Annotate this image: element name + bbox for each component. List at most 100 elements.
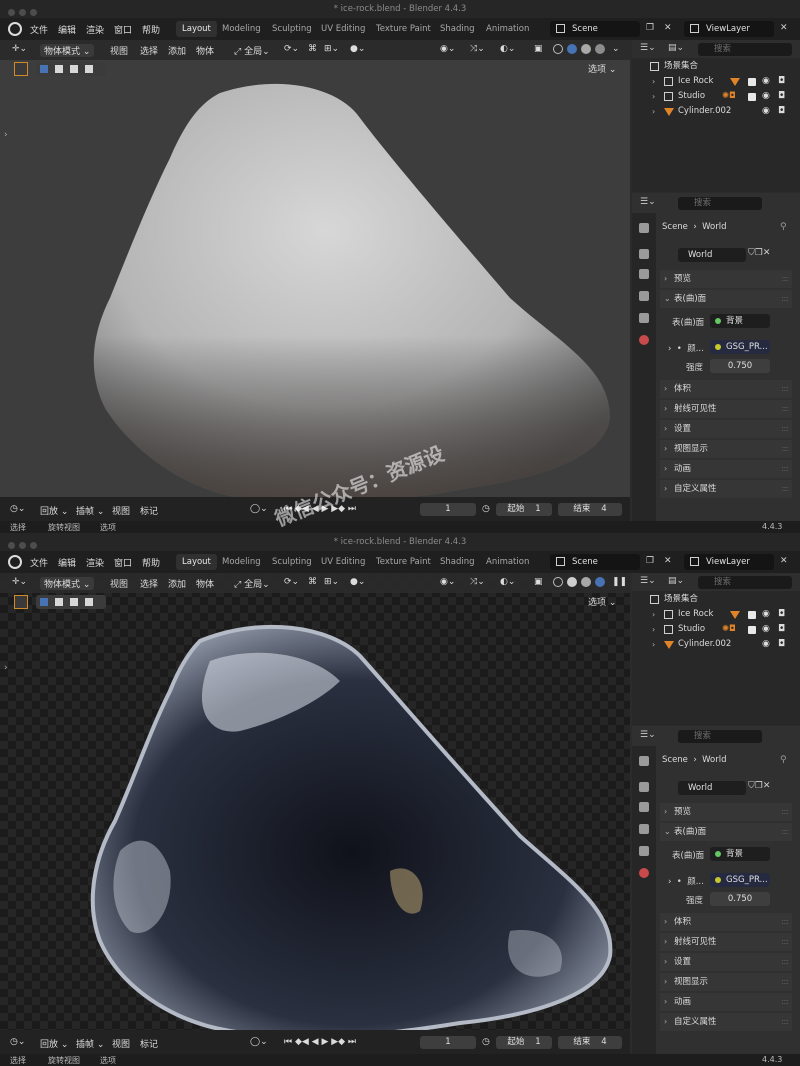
outliner-item-cylinder[interactable]: › Cylinder.002 ◉ ◘	[632, 637, 800, 652]
xray-icon[interactable]: ▣	[534, 44, 543, 54]
auto-keying-icon[interactable]: ◯⌄	[250, 1037, 268, 1047]
new-scene-icon[interactable]: ❐	[646, 556, 654, 566]
eye-icon[interactable]: ◉	[762, 89, 770, 104]
scene-tab-icon[interactable]	[639, 313, 649, 323]
gizmo-icon[interactable]: ⤨⌄	[470, 577, 485, 587]
panel-surface[interactable]: ⌄ 表(曲)面::::	[660, 290, 792, 308]
menu-edit[interactable]: 编辑	[58, 23, 76, 36]
world-tab-icon[interactable]	[639, 335, 649, 345]
expand-icon[interactable]: ›	[652, 104, 655, 119]
panel-ray-visibility[interactable]: › 射线可见性::::	[660, 933, 792, 951]
editor-type-icon[interactable]: ✛⌄	[12, 44, 27, 54]
menu-view[interactable]: 视图	[110, 44, 128, 57]
blender-logo-icon[interactable]	[8, 22, 22, 36]
tab-animation[interactable]: Animation	[480, 21, 535, 37]
color-texture-field[interactable]: GSG_PR...	[710, 340, 770, 354]
visibility-icon[interactable]: ◉⌄	[440, 44, 455, 54]
snap-icon[interactable]: ⌘	[308, 44, 317, 54]
material-shading-icon[interactable]	[581, 577, 591, 587]
options-dropdown[interactable]: 选项 ⌄	[588, 595, 616, 608]
panel-settings[interactable]: › 设置::::	[660, 420, 792, 438]
menu-render[interactable]: 渲染	[86, 556, 104, 569]
menu-select[interactable]: 选择	[140, 44, 158, 57]
menu-edit[interactable]: 编辑	[58, 556, 76, 569]
blender-logo-icon[interactable]	[8, 555, 22, 569]
expand-icon[interactable]: ›	[652, 89, 655, 104]
outliner-item-cylinder[interactable]: › Cylinder.002 ◉ ◘	[632, 104, 800, 119]
current-frame-field[interactable]: 1	[420, 1036, 476, 1049]
menu-window[interactable]: 窗口	[114, 23, 132, 36]
rendered-shading-icon[interactable]	[595, 44, 605, 54]
end-frame-field[interactable]: 结束 4	[558, 503, 622, 516]
timeline-editor-icon[interactable]: ◷⌄	[10, 504, 25, 514]
menu-add[interactable]: 添加	[168, 577, 186, 590]
transform-orientation-dropdown[interactable]: ⤢ 全局⌄	[234, 577, 270, 590]
solid-shading-icon[interactable]	[567, 577, 577, 587]
ice-rock-rendered[interactable]	[90, 611, 620, 1051]
timer-icon[interactable]: ◷	[482, 1037, 490, 1047]
wireframe-shading-icon[interactable]	[553, 577, 563, 587]
proportional-edit-icon[interactable]: ●⌄	[350, 577, 365, 587]
exclude-checkbox[interactable]	[748, 611, 756, 619]
eye-icon[interactable]: ◉	[762, 622, 770, 637]
camera-icon[interactable]: ◘	[778, 89, 785, 104]
camera-icon[interactable]: ◘	[778, 104, 785, 119]
object-mode-dropdown[interactable]: 物体模式 ⌄	[40, 44, 95, 57]
outliner-item-studio[interactable]: › Studio ✺◘ ◉ ◘	[632, 89, 800, 104]
tool-tab-icon[interactable]	[639, 223, 649, 233]
menu-select[interactable]: 选择	[140, 577, 158, 590]
scene-selector[interactable]: Scene	[550, 554, 640, 570]
3d-viewport[interactable]: ✛⌄ 物体模式 ⌄ 视图 选择 添加 物体 ⤢ 全局⌄ ⟳⌄ ⌘ ⊞⌄ ●⌄ ◉…	[0, 40, 630, 504]
tab-texture-paint[interactable]: Texture Paint	[370, 21, 437, 37]
current-frame-field[interactable]: 1	[420, 503, 476, 516]
camera-icon[interactable]: ◘	[778, 74, 785, 89]
outliner-search-input[interactable]: 搜索	[698, 43, 792, 56]
playback-menu[interactable]: 回放 ⌄	[40, 504, 68, 517]
expand-icon[interactable]: ›	[652, 637, 655, 652]
auto-keying-icon[interactable]: ◯⌄	[250, 504, 268, 514]
expand-icon[interactable]: ›	[652, 607, 655, 622]
display-mode-icon[interactable]: ▤⌄	[668, 43, 684, 53]
camera-icon[interactable]: ◘	[778, 607, 785, 622]
tab-layout[interactable]: Layout	[176, 554, 217, 570]
pivot-point-icon[interactable]: ⟳⌄	[284, 577, 299, 587]
marker-menu[interactable]: 标记	[140, 504, 158, 517]
keying-menu[interactable]: 插帧 ⌄	[76, 504, 104, 517]
surface-shader-field[interactable]: 背景	[710, 314, 770, 328]
camera-icon[interactable]: ◘	[778, 622, 785, 637]
eye-icon[interactable]: ◉	[762, 637, 770, 652]
eye-icon[interactable]: ◉	[762, 607, 770, 622]
visibility-icon[interactable]: ◉⌄	[440, 577, 455, 587]
properties-editor-icon[interactable]: ☰⌄	[640, 197, 656, 207]
outliner-editor-icon[interactable]: ☰⌄	[640, 43, 656, 53]
panel-volume[interactable]: › 体积::::	[660, 913, 792, 931]
rendered-shading-icon[interactable]	[595, 577, 605, 587]
panel-preview[interactable]: › 预览::::	[660, 803, 792, 821]
editor-type-icon[interactable]: ✛⌄	[12, 577, 27, 587]
delete-view-layer-icon[interactable]: ✕	[780, 556, 788, 566]
view-layer-tab-icon[interactable]	[639, 291, 649, 301]
properties-search-input[interactable]: 搜索	[678, 197, 762, 210]
ice-rock-solid-mesh[interactable]	[90, 78, 620, 518]
selection-mode-buttons[interactable]	[36, 62, 106, 76]
selection-mode-buttons[interactable]	[36, 595, 106, 609]
output-tab-icon[interactable]	[639, 802, 649, 812]
proportional-edit-icon[interactable]: ●⌄	[350, 44, 365, 54]
panel-animation[interactable]: › 动画::::	[660, 460, 792, 478]
shading-options-icon[interactable]: ⌄	[612, 44, 620, 54]
render-tab-icon[interactable]	[639, 782, 649, 792]
menu-help[interactable]: 帮助	[142, 556, 160, 569]
outliner-item-studio[interactable]: › Studio ✺◘ ◉ ◘	[632, 622, 800, 637]
outliner-item-ice-rock[interactable]: › Ice Rock ◉ ◘	[632, 74, 800, 89]
panel-animation[interactable]: › 动画::::	[660, 993, 792, 1011]
marker-menu[interactable]: 标记	[140, 1037, 158, 1050]
strength-field[interactable]: 0.750	[710, 892, 770, 906]
tool-tab-icon[interactable]	[639, 756, 649, 766]
properties-editor-icon[interactable]: ☰⌄	[640, 730, 656, 740]
tab-uv-editing[interactable]: UV Editing	[315, 21, 371, 37]
gizmo-icon[interactable]: ⤨⌄	[470, 44, 485, 54]
pivot-point-icon[interactable]: ⟳⌄	[284, 44, 299, 54]
expand-icon[interactable]: ›	[652, 622, 655, 637]
overlay-icon[interactable]: ◐⌄	[500, 44, 515, 54]
shading-options-icon[interactable]: ❚❚	[612, 577, 627, 587]
